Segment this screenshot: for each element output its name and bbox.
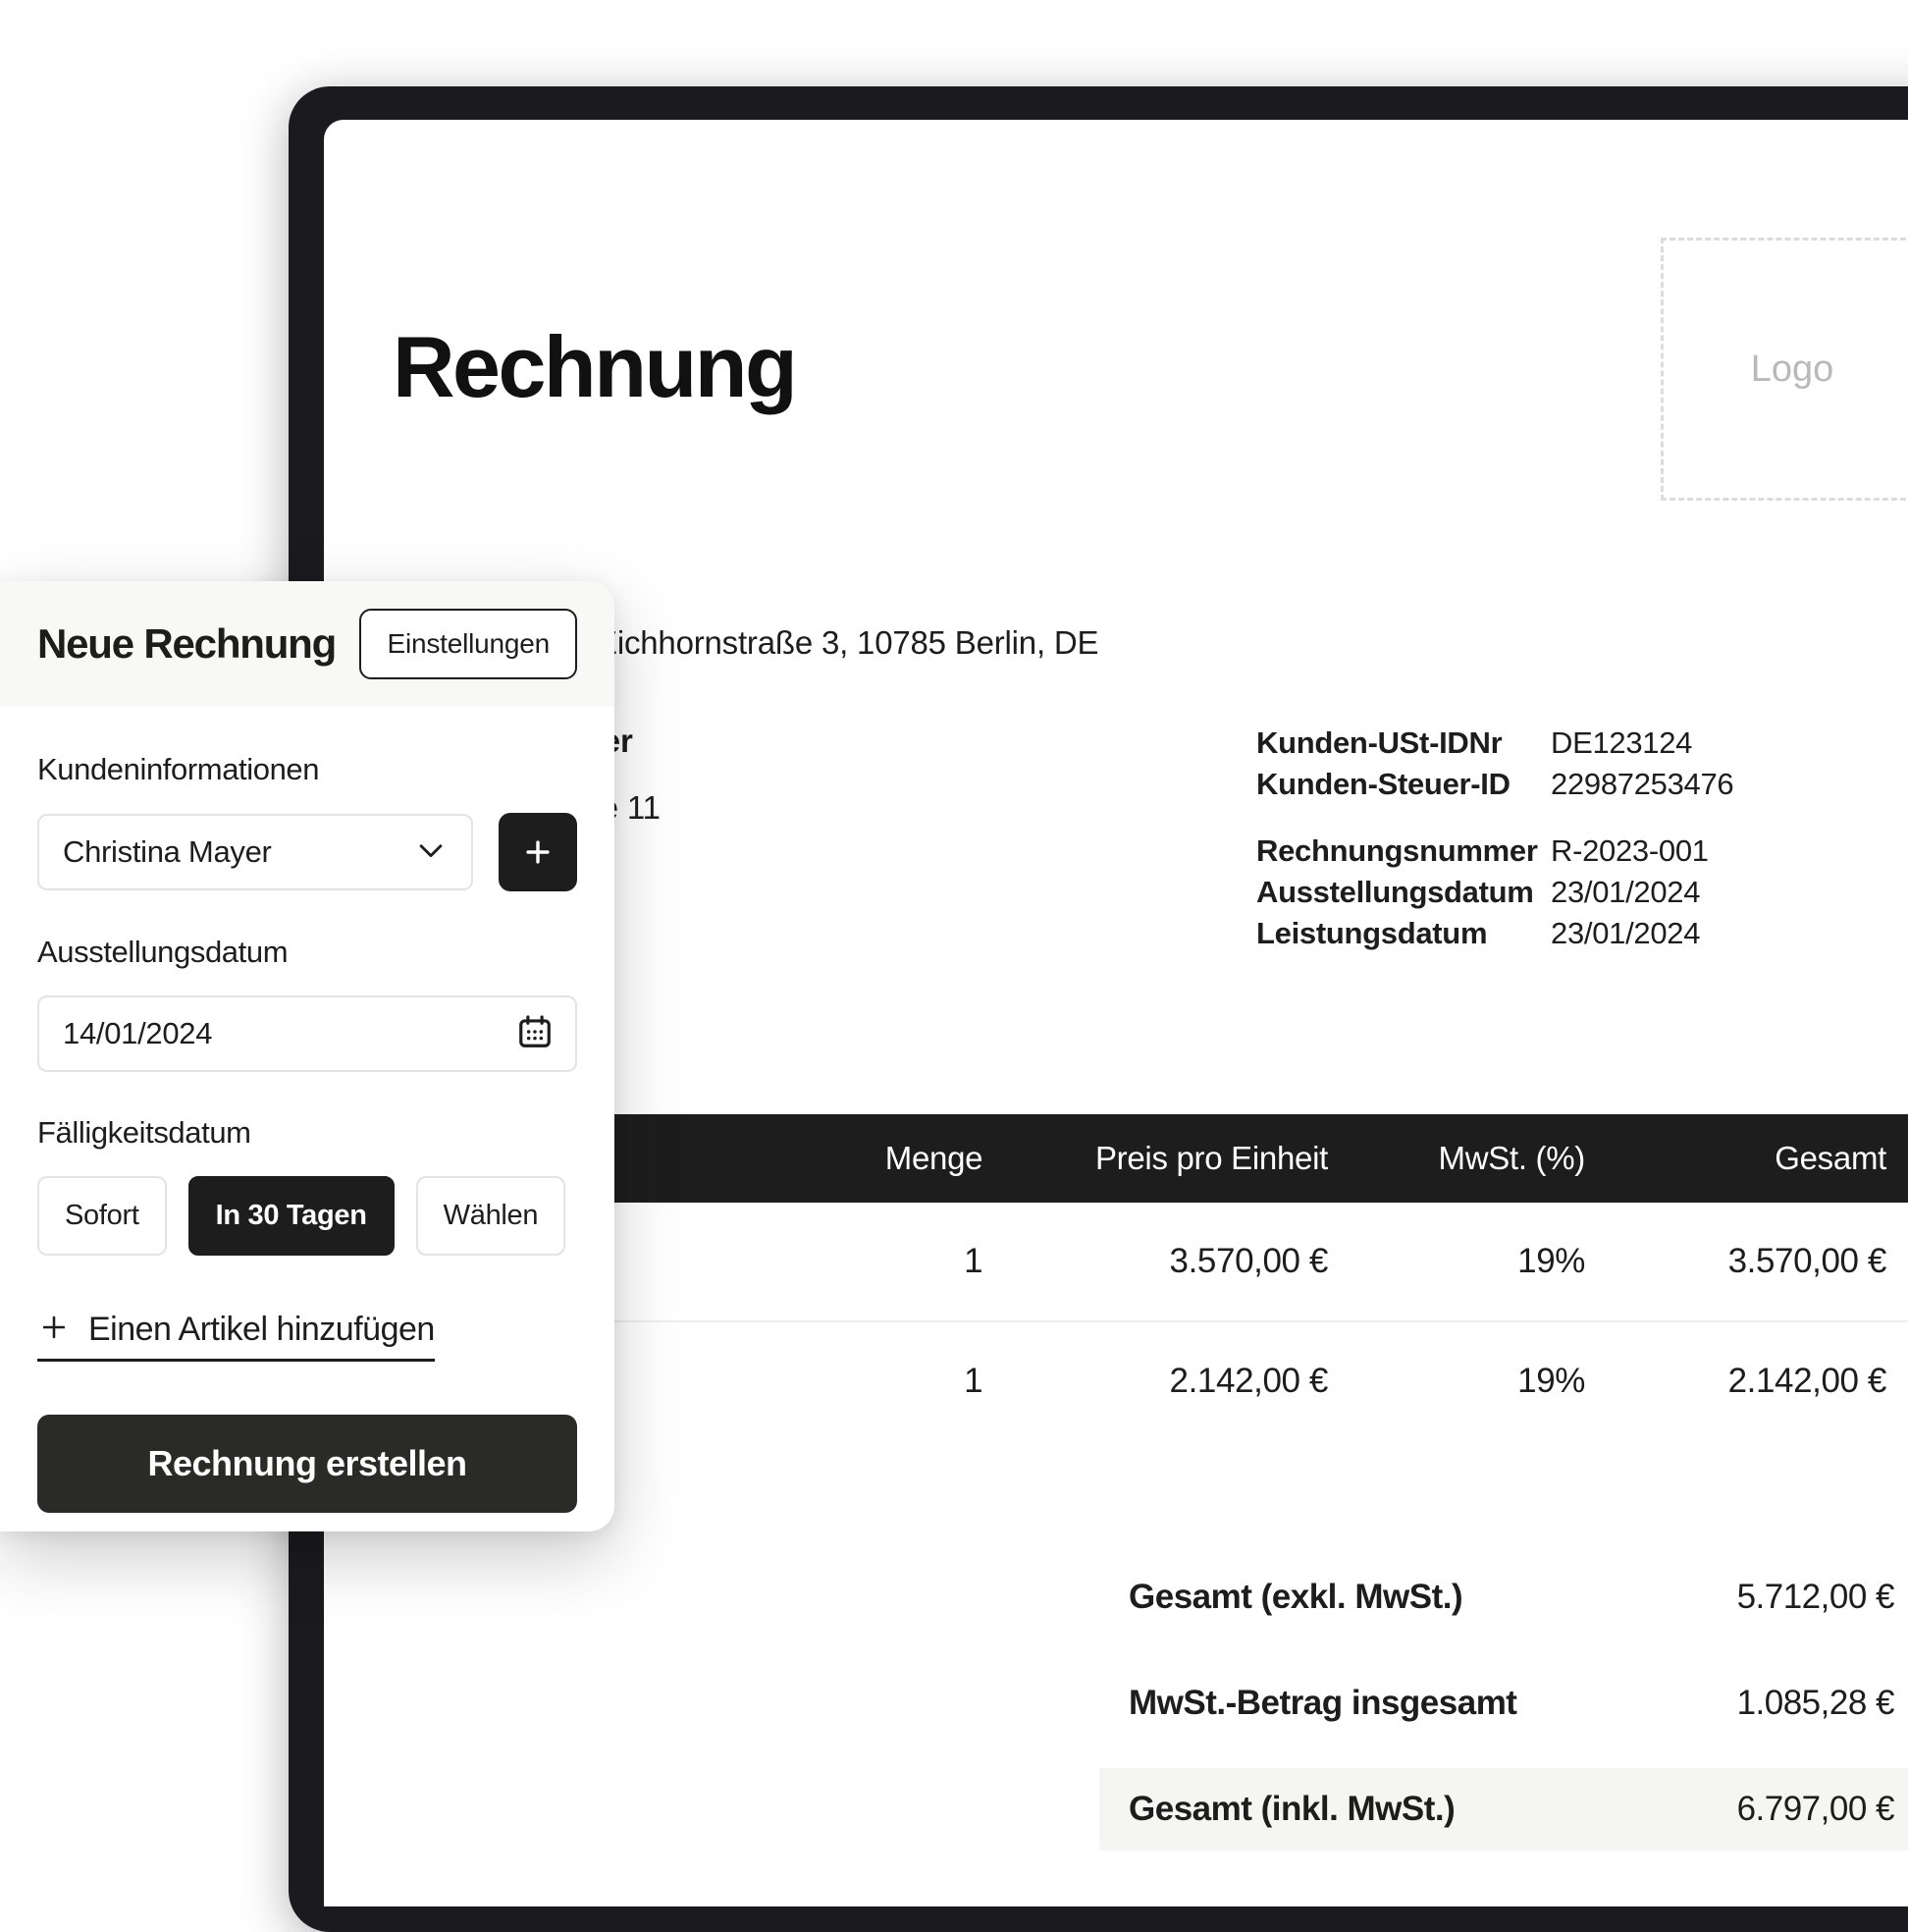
- meta-value: DE123124: [1551, 725, 1693, 760]
- customer-select-value: Christina Mayer: [63, 834, 272, 869]
- page-title: Rechnung: [393, 318, 798, 415]
- due-date-section: Fälligkeitsdatum Sofort In 30 Tagen Wähl…: [37, 1115, 577, 1256]
- total-label: Gesamt (inkl. MwSt.): [1129, 1789, 1456, 1828]
- invoice-meta-block: Kunden-USt-IDNr DE123124 Kunden-Steuer-I…: [1256, 723, 1908, 951]
- logo-upload-placeholder[interactable]: Logo: [1661, 238, 1908, 501]
- form-card-header: Neue Rechnung Einstellungen: [0, 581, 614, 707]
- meta-row: Kunden-USt-IDNr DE123124: [1256, 725, 1908, 761]
- due-date-label: Fälligkeitsdatum: [37, 1115, 251, 1150]
- due-date-option-custom[interactable]: Wählen: [415, 1176, 566, 1256]
- customer-select[interactable]: Christina Mayer: [37, 814, 473, 890]
- total-value: 1.085,28 €: [1736, 1683, 1895, 1722]
- table-row: 1 2.142,00 € 19% 2.142,00 €: [393, 1321, 1908, 1440]
- line-items-table: Menge Preis pro Einheit MwSt. (%) Gesamt…: [393, 1113, 1908, 1440]
- due-date-options: Sofort In 30 Tagen Wählen: [37, 1176, 577, 1256]
- total-value: 6.797,00 €: [1736, 1789, 1895, 1828]
- column-header-unit-price: Preis pro Einheit: [1008, 1113, 1353, 1203]
- plus-icon: [521, 835, 555, 869]
- cell-total: 2.142,00 €: [1727, 1361, 1887, 1400]
- add-item-button[interactable]: Einen Artikel hinzufügen: [37, 1311, 435, 1362]
- form-card-body: Kundeninformationen Christina Mayer Auss…: [0, 707, 614, 1513]
- meta-row: Leistungsdatum 23/01/2024: [1256, 915, 1908, 951]
- meta-value: 23/01/2024: [1551, 875, 1701, 910]
- logo-placeholder-label: Logo: [1750, 348, 1834, 390]
- issue-date-value: 14/01/2024: [63, 1016, 213, 1050]
- new-invoice-form-card: Neue Rechnung Einstellungen Kundeninform…: [0, 581, 614, 1531]
- total-label: MwSt.-Betrag insgesamt: [1129, 1683, 1517, 1722]
- totals-section: Gesamt (exkl. MwSt.) 5.712,00 € MwSt.-Be…: [1099, 1556, 1908, 1851]
- table-header-row: Menge Preis pro Einheit MwSt. (%) Gesamt: [393, 1113, 1908, 1203]
- table-row: 1 3.570,00 € 19% 3.570,00 €: [393, 1202, 1908, 1322]
- meta-group-tax: Kunden-USt-IDNr DE123124 Kunden-Steuer-I…: [1256, 725, 1908, 802]
- meta-value: 23/01/2024: [1551, 915, 1701, 950]
- customer-section: Kundeninformationen Christina Mayer: [37, 752, 577, 891]
- cell-vat: 19%: [1517, 1361, 1585, 1400]
- cell-unit-price: 3.570,00 €: [1008, 1202, 1353, 1322]
- form-card-title: Neue Rechnung: [37, 620, 337, 667]
- parties-section: Christina Mayer Theatinerstraße 11 Kunde…: [393, 723, 1908, 951]
- column-header-quantity: Menge: [818, 1113, 1009, 1203]
- sender-address-line: ACME GmbH Eichhornstraße 3, 10785 Berlin…: [393, 624, 1099, 661]
- total-row-vat: MwSt.-Betrag insgesamt 1.085,28 €: [1099, 1662, 1908, 1744]
- meta-label: Rechnungsnummer: [1256, 833, 1538, 869]
- total-value: 5.712,00 €: [1736, 1577, 1895, 1616]
- customer-select-row: Christina Mayer: [37, 813, 577, 891]
- table-body: 1 3.570,00 € 19% 3.570,00 € 1 2.142,00 €…: [393, 1202, 1908, 1440]
- meta-row: Ausstellungsdatum 23/01/2024: [1256, 875, 1908, 910]
- meta-label: Ausstellungsdatum: [1256, 875, 1534, 910]
- meta-label: Kunden-Steuer-ID: [1256, 766, 1510, 801]
- issue-date-input[interactable]: 14/01/2024: [37, 995, 577, 1072]
- issue-date-label: Ausstellungsdatum: [37, 935, 289, 969]
- chevron-down-icon: [414, 833, 448, 872]
- meta-value: 22987253476: [1551, 766, 1734, 801]
- cell-unit-price: 2.142,00 €: [1169, 1361, 1329, 1400]
- cell-quantity: 1: [964, 1361, 983, 1400]
- calendar-icon[interactable]: [516, 1013, 554, 1055]
- invoice-header: Rechnung Logo: [393, 238, 1908, 501]
- cell-vat: 19%: [1352, 1202, 1611, 1322]
- settings-button[interactable]: Einstellungen: [359, 609, 577, 679]
- due-date-option-30-days[interactable]: In 30 Tagen: [187, 1176, 395, 1256]
- cell-total: 3.570,00 €: [1610, 1202, 1908, 1322]
- customer-section-label: Kundeninformationen: [37, 752, 320, 786]
- table-header: Menge Preis pro Einheit MwSt. (%) Gesamt: [393, 1113, 1908, 1203]
- column-header-total: Gesamt: [1610, 1113, 1908, 1203]
- add-customer-button[interactable]: [499, 813, 577, 891]
- add-item-label: Einen Artikel hinzufügen: [88, 1311, 435, 1348]
- total-label: Gesamt (exkl. MwSt.): [1129, 1577, 1463, 1616]
- meta-value: R-2023-001: [1551, 833, 1709, 869]
- issue-date-section: Ausstellungsdatum 14/01/2024: [37, 935, 577, 1072]
- plus-icon: [37, 1311, 71, 1349]
- meta-label: Leistungsdatum: [1256, 915, 1488, 950]
- total-row-gross: Gesamt (inkl. MwSt.) 6.797,00 €: [1099, 1767, 1908, 1851]
- meta-row: Kunden-Steuer-ID 22987253476: [1256, 766, 1908, 802]
- cell-quantity: 1: [818, 1202, 1009, 1322]
- meta-label: Kunden-USt-IDNr: [1256, 725, 1503, 760]
- column-header-vat: MwSt. (%): [1352, 1113, 1611, 1203]
- meta-group-invoice: Rechnungsnummer R-2023-001 Ausstellungsd…: [1256, 834, 1908, 950]
- create-invoice-button[interactable]: Rechnung erstellen: [37, 1415, 577, 1513]
- due-date-option-immediate[interactable]: Sofort: [37, 1176, 167, 1256]
- total-row-net: Gesamt (exkl. MwSt.) 5.712,00 €: [1099, 1556, 1908, 1638]
- meta-row: Rechnungsnummer R-2023-001: [1256, 834, 1908, 869]
